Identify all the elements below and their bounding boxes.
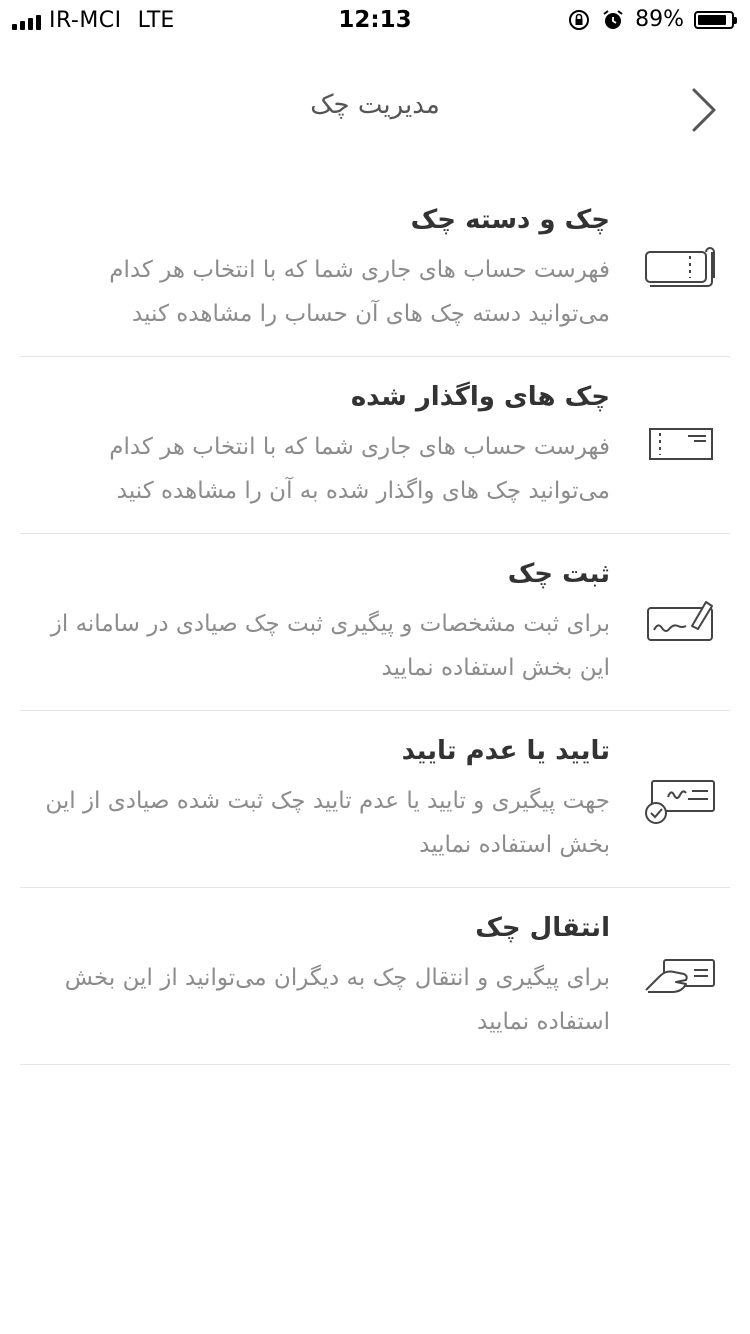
- menu-item-text: تایید یا عدم تایید جهت پیگیری و تایید یا…: [40, 733, 610, 867]
- menu-item-title: تایید یا عدم تایید: [401, 736, 610, 766]
- battery-fill: [698, 14, 727, 25]
- check-menu-list: چک و دسته چک فهرست حساب های جاری شما که …: [20, 180, 730, 1065]
- menu-item-register-check[interactable]: ثبت چک برای ثبت مشخصات و پیگیری ثبت چک ص…: [20, 534, 730, 711]
- alarm-icon: [603, 9, 623, 29]
- check-approve-icon: [645, 780, 715, 824]
- menu-item-text: چک و دسته چک فهرست حساب های جاری شما که …: [40, 202, 610, 336]
- chevron-right-icon: [692, 88, 716, 132]
- menu-item-description: جهت پیگیری و تایید یا عدم تایید چک ثبت ش…: [45, 788, 610, 858]
- menu-item-checkbook[interactable]: چک و دسته چک فهرست حساب های جاری شما که …: [20, 180, 730, 357]
- menu-item-text: چک های واگذار شده فهرست حساب های جاری شم…: [40, 379, 610, 513]
- menu-item-text: ثبت چک برای ثبت مشخصات و پیگیری ثبت چک ص…: [40, 556, 610, 690]
- menu-item-assigned-checks[interactable]: چک های واگذار شده فهرست حساب های جاری شم…: [20, 357, 730, 534]
- battery-icon: [694, 10, 737, 29]
- menu-item-description: برای پیگیری و انتقال چک به دیگران می‌توا…: [64, 965, 610, 1035]
- menu-item-description: فهرست حساب های جاری شما که با انتخاب هر …: [109, 434, 610, 504]
- assigned-check-icon: [649, 428, 713, 460]
- menu-item-title: ثبت چک: [507, 559, 610, 589]
- menu-item-title: انتقال چک: [475, 913, 610, 943]
- menu-item-transfer-check[interactable]: انتقال چک برای پیگیری و انتقال چک به دیگ…: [20, 888, 730, 1065]
- check-sign-icon: [647, 601, 713, 641]
- page-title: مدیریت چک: [310, 90, 440, 120]
- checkbook-icon: [645, 247, 715, 287]
- menu-item-description: برای ثبت مشخصات و پیگیری ثبت چک صیادی در…: [50, 611, 610, 681]
- menu-item-text: انتقال چک برای پیگیری و انتقال چک به دیگ…: [40, 910, 610, 1044]
- menu-item-approve-check[interactable]: تایید یا عدم تایید جهت پیگیری و تایید یا…: [20, 711, 730, 888]
- status-bar: IR-MCI LTE 12:13 89%: [0, 0, 750, 40]
- battery-percent: 89%: [635, 7, 684, 32]
- orientation-lock-icon: [569, 9, 590, 30]
- check-transfer-icon: [645, 959, 715, 993]
- status-right: 89%: [567, 7, 737, 32]
- menu-item-description: فهرست حساب های جاری شما که با انتخاب هر …: [109, 257, 610, 327]
- back-button[interactable]: [684, 84, 724, 136]
- menu-item-title: چک و دسته چک: [410, 205, 610, 235]
- menu-item-title: چک های واگذار شده: [350, 382, 610, 412]
- navigation-bar: مدیریت چک: [0, 70, 750, 150]
